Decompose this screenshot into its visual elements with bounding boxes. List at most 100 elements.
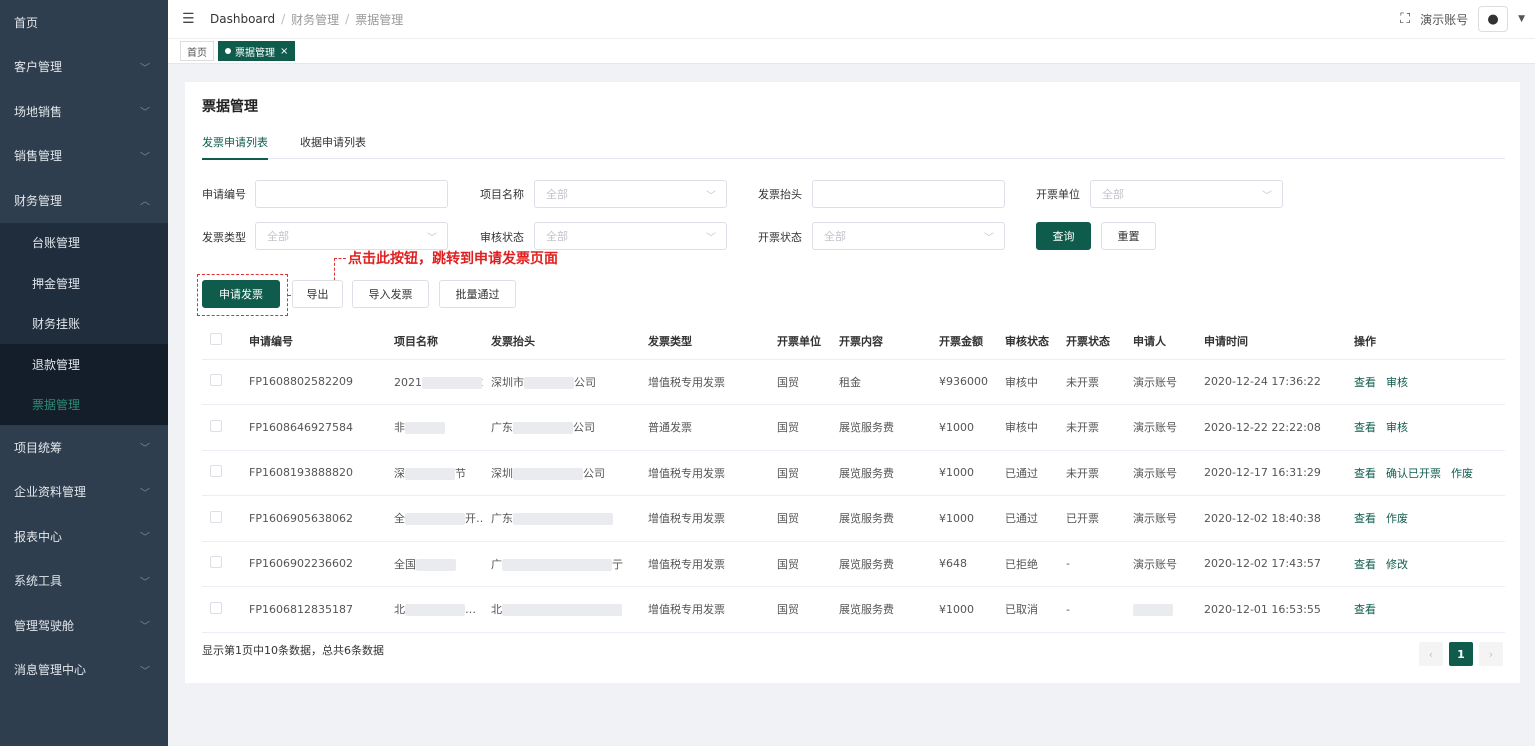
cell-invoice-title: 北 <box>483 586 640 633</box>
page-button-current[interactable]: 1 <box>1449 642 1473 666</box>
apply-no-input[interactable] <box>255 180 448 208</box>
sidebar-item[interactable]: 销售管理 ﹀ <box>0 134 168 179</box>
submenu-finance: 台账管理 押金管理 财务挂账 退款管理 票据管理 <box>0 222 168 425</box>
sidebar-item[interactable]: 企业资料管理 ﹀ <box>0 470 168 515</box>
review-status-select[interactable]: 全部 ﹀ <box>534 222 727 250</box>
tag-invoice-management[interactable]: 票据管理 × <box>218 41 296 61</box>
row-action-link[interactable]: 确认已开票 <box>1386 467 1441 480</box>
prev-page-button[interactable]: ‹ <box>1419 642 1443 666</box>
row-checkbox-cell[interactable] <box>202 359 241 405</box>
row-action-link[interactable]: 修改 <box>1386 558 1408 571</box>
issuer-select[interactable]: 全部 ﹀ <box>1090 180 1283 208</box>
sidebar-item-label: 系统工具 <box>14 574 63 589</box>
breadcrumb-dashboard[interactable]: Dashboard <box>210 12 275 26</box>
cell-issue-status: 未开票 <box>1058 359 1125 405</box>
sidebar-item[interactable]: 项目统筹 ﹀ <box>0 425 168 470</box>
cell-invoice-title: 广东 <box>483 495 640 542</box>
cell-text: 未开票 <box>1066 421 1099 435</box>
issuer-select-value: 全部 <box>1102 188 1124 201</box>
sidebar-item[interactable]: 票据管理 <box>0 384 168 425</box>
invoice-type-select[interactable]: 全部 ﹀ <box>255 222 448 250</box>
cell-issue-status: 未开票 <box>1058 450 1125 496</box>
sidebar-item[interactable]: 管理驾驶舱 ﹀ <box>0 603 168 648</box>
invoice-title-input[interactable] <box>812 180 1005 208</box>
checkbox[interactable] <box>210 333 222 346</box>
cell-operations: 查看 作废 <box>1346 495 1505 542</box>
row-checkbox-cell[interactable] <box>202 541 241 587</box>
checkbox[interactable] <box>210 374 222 387</box>
select-all-checkbox-cell[interactable] <box>202 323 241 360</box>
sidebar-item[interactable]: 财务管理 ︿ <box>0 178 168 223</box>
row-action-link[interactable]: 作废 <box>1451 467 1473 480</box>
header-right: ⛶ 演示账号 ● ▼ <box>1400 0 1525 38</box>
import-invoice-button[interactable]: 导入发票 <box>352 280 429 308</box>
issue-status-select[interactable]: 全部 ﹀ <box>812 222 1005 250</box>
tab-invoice-list[interactable]: 发票申请列表 <box>202 131 268 160</box>
active-dot-icon <box>225 48 231 54</box>
checkbox[interactable] <box>210 465 222 478</box>
header-project: 项目名称 <box>386 323 483 360</box>
sidebar-item[interactable]: 系统工具 ﹀ <box>0 559 168 604</box>
export-button[interactable]: 导出 <box>292 280 343 308</box>
row-checkbox-cell[interactable] <box>202 450 241 496</box>
project-select[interactable]: 全部 ﹀ <box>534 180 727 208</box>
caret-down-icon[interactable]: ▼ <box>1518 14 1525 24</box>
row-action-link[interactable]: 查看 <box>1354 376 1376 389</box>
apply-invoice-button[interactable]: 申请发票 <box>202 280 280 308</box>
cell-invoice-type: 增值税专用发票 <box>640 450 769 496</box>
cell-text: 增值税专用发票 <box>648 466 725 480</box>
cell-amount: ¥1000 <box>931 450 997 496</box>
row-checkbox-cell[interactable] <box>202 495 241 542</box>
checkbox[interactable] <box>210 419 222 432</box>
sidebar-item[interactable]: 台账管理 <box>0 223 168 264</box>
menu-toggle-icon[interactable]: ☰ <box>182 12 196 26</box>
sidebar-item[interactable]: 押金管理 <box>0 263 168 304</box>
row-action-link[interactable]: 查看 <box>1354 603 1376 616</box>
query-button[interactable]: 查询 <box>1036 222 1091 250</box>
batch-approve-button[interactable]: 批量通过 <box>439 280 516 308</box>
cell-review-status: 审核中 <box>997 359 1058 405</box>
row-checkbox-cell[interactable] <box>202 586 241 633</box>
sidebar-item[interactable]: 客户管理 ﹀ <box>0 45 168 90</box>
project-label: 项目名称 <box>480 188 524 201</box>
cell-text: 节 <box>455 466 466 480</box>
row-action-link[interactable]: 审核 <box>1386 421 1408 434</box>
next-page-button[interactable]: › <box>1479 642 1503 666</box>
checkbox[interactable] <box>210 556 222 569</box>
sidebar-item[interactable]: 消息管理中心 ﹀ <box>0 648 168 693</box>
checkbox[interactable] <box>210 510 222 523</box>
sidebar-item[interactable]: 首页 <box>0 0 168 45</box>
row-action-link[interactable]: 审核 <box>1386 376 1408 389</box>
cell-text: 已拒绝 <box>1005 557 1038 571</box>
sidebar-item[interactable]: 退款管理 <box>0 344 168 385</box>
avatar-user-icon[interactable]: ● <box>1478 6 1509 32</box>
fullscreen-icon[interactable]: ⛶ <box>1400 11 1410 27</box>
cell-project: 全 开… <box>386 495 483 542</box>
cell-text: - <box>1066 602 1070 616</box>
sidebar-item[interactable]: 财务挂账 <box>0 304 168 345</box>
row-action-link[interactable]: 作废 <box>1386 512 1408 525</box>
row-action-link[interactable]: 查看 <box>1354 421 1376 434</box>
header-invoice-title: 发票抬头 <box>483 323 640 360</box>
checkbox[interactable] <box>210 601 222 614</box>
sidebar-item[interactable]: 报表中心 ﹀ <box>0 514 168 559</box>
cell-text: 演示账号 <box>1133 466 1177 480</box>
tab-receipt-list[interactable]: 收据申请列表 <box>300 131 366 159</box>
cell-operations: 查看 审核 <box>1346 359 1505 405</box>
invoice-type-select-value: 全部 <box>267 230 289 243</box>
table-header-row: 申请编号 项目名称 发票抬头 发票类型 开票单位 开票内容 开票金额 审核状态 … <box>202 323 1505 360</box>
row-checkbox-cell[interactable] <box>202 404 241 451</box>
cell-text: 广东 <box>491 421 513 435</box>
header-content: 开票内容 <box>831 323 931 360</box>
close-icon[interactable]: × <box>280 46 288 57</box>
cell-review-status: 已通过 <box>997 450 1058 496</box>
cell-content: 展览服务费 <box>831 541 931 587</box>
row-action-link[interactable]: 查看 <box>1354 467 1376 480</box>
row-action-link[interactable]: 查看 <box>1354 558 1376 571</box>
cell-text: ¥1000 <box>939 511 974 525</box>
reset-button[interactable]: 重置 <box>1101 222 1156 250</box>
sidebar-item[interactable]: 场地销售 ﹀ <box>0 89 168 134</box>
tag-home[interactable]: 首页 <box>180 41 214 61</box>
row-action-link[interactable]: 查看 <box>1354 512 1376 525</box>
annotation-text: 点击此按钮，跳转到申请发票页面 <box>348 251 558 267</box>
